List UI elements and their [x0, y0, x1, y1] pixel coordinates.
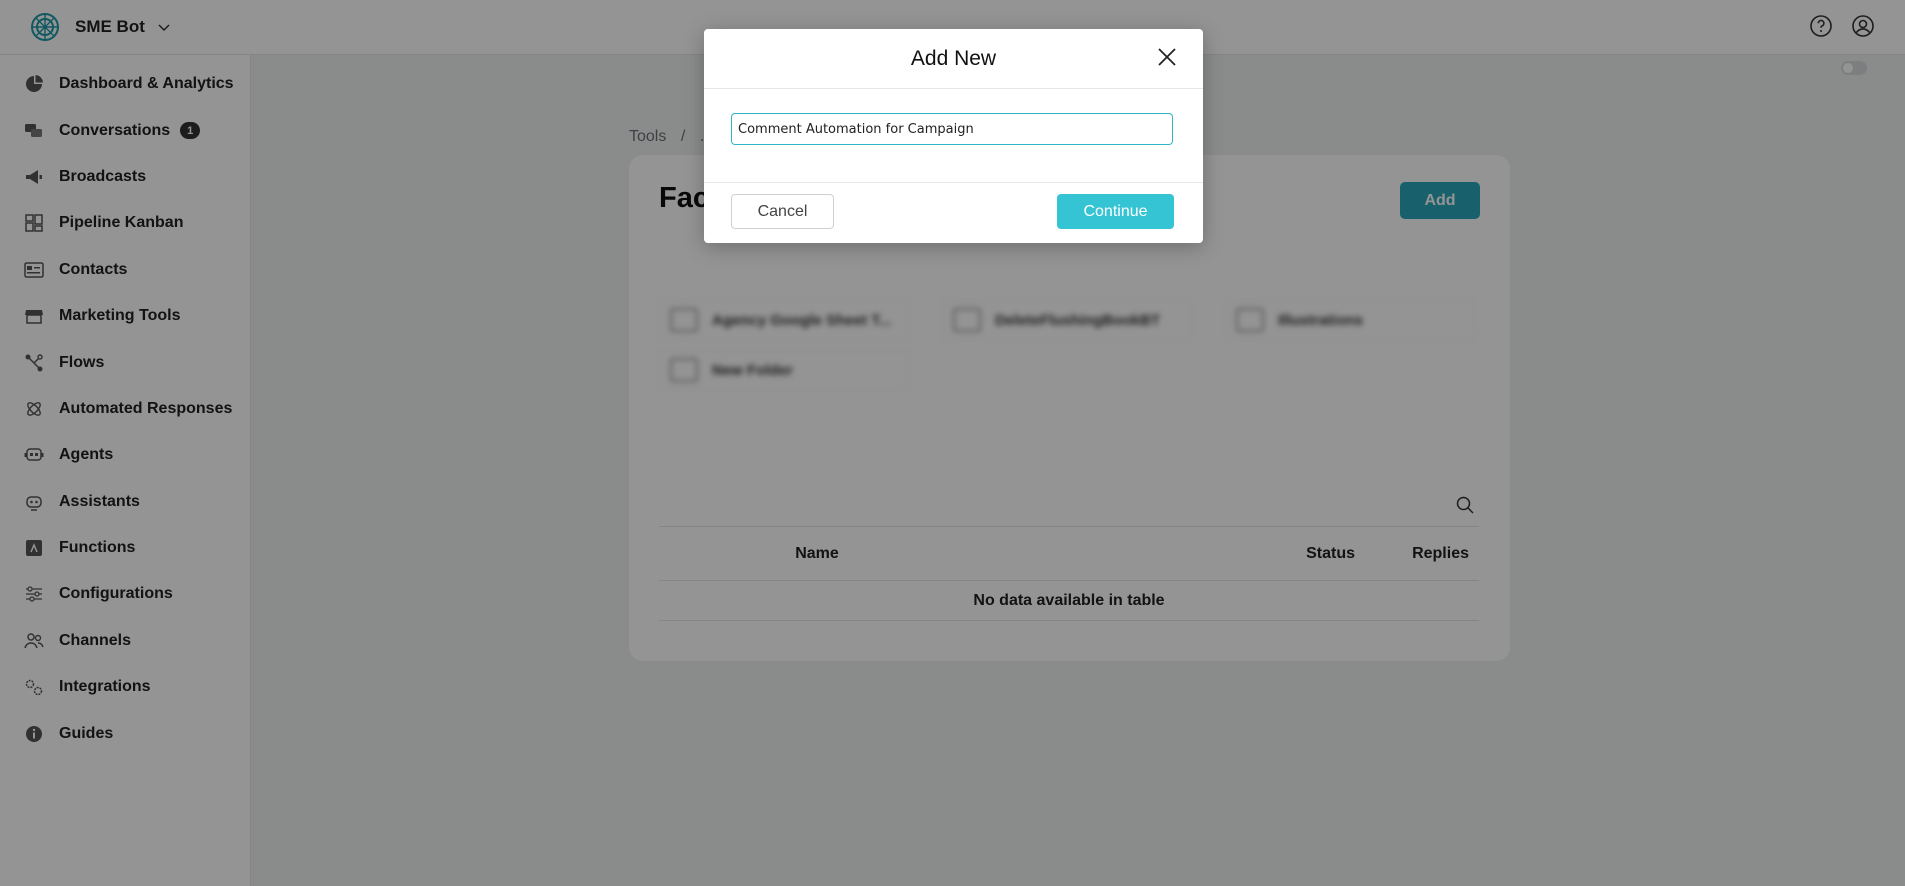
- modal-body: [704, 89, 1203, 183]
- continue-button[interactable]: Continue: [1057, 194, 1174, 229]
- name-input[interactable]: [731, 113, 1173, 145]
- modal-footer: Cancel Continue: [704, 183, 1203, 243]
- modal-title: Add New: [910, 46, 997, 70]
- cancel-button[interactable]: Cancel: [731, 194, 834, 229]
- add-new-modal: Add New Cancel Continue: [704, 29, 1203, 243]
- close-icon[interactable]: [1156, 46, 1178, 68]
- modal-header: Add New: [704, 29, 1203, 89]
